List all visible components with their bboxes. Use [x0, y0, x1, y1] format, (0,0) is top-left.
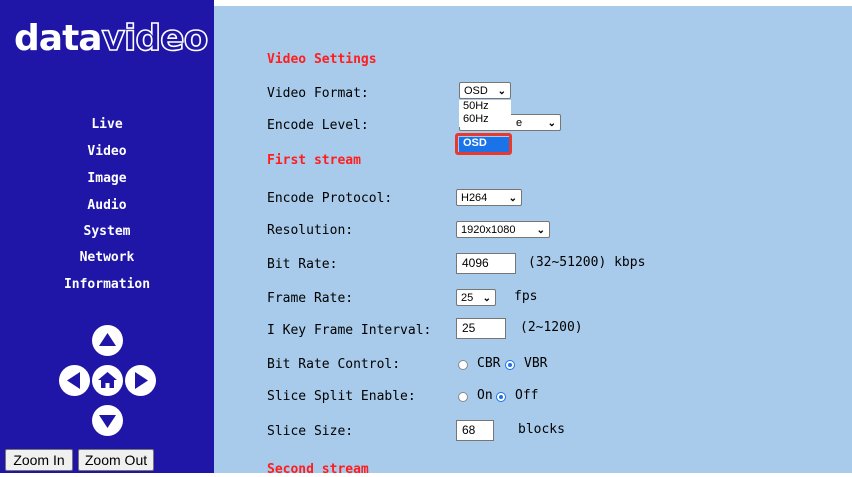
second-stream-title: Second stream: [267, 462, 369, 477]
chevron-down-icon: ⌄: [547, 118, 556, 129]
key-frame-interval-hint: (2~1200): [520, 320, 583, 335]
video-format-label: Video Format:: [267, 86, 369, 101]
bit-rate-hint: (32~51200) kbps: [528, 255, 646, 270]
resolution-select[interactable]: 1920x1080 ⌄: [456, 221, 550, 238]
slice-size-label: Slice Size:: [267, 424, 354, 439]
encode-protocol-value: H264: [461, 192, 488, 204]
slice-split-on-radio[interactable]: [458, 392, 468, 402]
frame-rate-label: Frame Rate:: [267, 291, 354, 306]
key-frame-interval-input[interactable]: 25: [456, 318, 506, 339]
ptz-home-icon[interactable]: [92, 365, 123, 396]
key-frame-interval-label: I Key Frame Interval:: [267, 323, 432, 338]
slice-split-off-radio[interactable]: [496, 392, 506, 402]
sidebar: datavideo Live Video Image Audio System …: [0, 0, 214, 473]
logo-text-data: data: [14, 18, 103, 59]
nav-information[interactable]: Information: [0, 277, 214, 292]
chevron-down-icon: ⌄: [482, 293, 491, 304]
slice-split-label: Slice Split Enable:: [267, 389, 416, 404]
slice-size-input[interactable]: 68: [456, 420, 494, 441]
chevron-down-icon: ⌄: [508, 193, 517, 204]
video-format-option-50hz[interactable]: 50Hz: [459, 100, 511, 113]
bit-rate-label: Bit Rate:: [267, 257, 338, 272]
bit-rate-control-label: Bit Rate Control:: [267, 357, 401, 372]
slice-split-on-label: On: [477, 388, 493, 403]
top-strip: [214, 0, 852, 6]
encode-protocol-select[interactable]: H264 ⌄: [456, 189, 522, 206]
nav-video[interactable]: Video: [0, 144, 214, 159]
vbr-radio-label: VBR: [524, 356, 548, 371]
ptz-down-arrow-icon[interactable]: [92, 405, 123, 436]
vbr-radio[interactable]: [505, 360, 515, 370]
nav-image[interactable]: Image: [0, 171, 214, 186]
zoom-out-button[interactable]: Zoom Out: [78, 449, 154, 471]
nav-system[interactable]: System: [0, 224, 214, 239]
slice-split-off-label: Off: [515, 388, 539, 403]
frame-rate-value: 25: [461, 292, 474, 304]
ptz-right-arrow-icon[interactable]: [125, 365, 156, 396]
logo-text-video: video: [101, 17, 209, 60]
bit-rate-input[interactable]: 4096: [456, 253, 516, 274]
nav-audio[interactable]: Audio: [0, 198, 214, 213]
ptz-left-arrow-icon[interactable]: [59, 365, 90, 396]
nav-live[interactable]: Live: [0, 117, 214, 132]
chevron-down-icon: ⌄: [536, 225, 545, 236]
frame-rate-unit: fps: [514, 289, 538, 304]
resolution-label: Resolution:: [267, 223, 354, 238]
video-format-option-osd[interactable]: OSD: [459, 137, 511, 152]
first-stream-title: First stream: [267, 153, 361, 168]
datavideo-logo: datavideo: [14, 17, 209, 78]
resolution-value: 1920x1080: [461, 224, 516, 236]
cbr-radio-label: CBR: [477, 356, 501, 371]
nav-network[interactable]: Network: [0, 250, 214, 265]
slice-size-unit: blocks: [518, 422, 565, 437]
video-settings-title: Video Settings: [267, 52, 377, 67]
video-format-value: OSD: [464, 85, 488, 97]
encode-level-value: e: [516, 117, 523, 129]
settings-panel: Video Settings Video Format: OSD ⌄ Encod…: [214, 0, 852, 477]
video-format-option-60hz[interactable]: 60Hz: [459, 113, 511, 127]
ptz-up-arrow-icon[interactable]: [92, 325, 123, 356]
encode-level-label: Encode Level:: [267, 118, 369, 133]
cbr-radio[interactable]: [458, 360, 468, 370]
zoom-in-button[interactable]: Zoom In: [5, 449, 73, 471]
video-format-dropdown-list: 50Hz 60Hz OSD: [459, 97, 511, 155]
frame-rate-select[interactable]: 25 ⌄: [456, 289, 496, 306]
encode-protocol-label: Encode Protocol:: [267, 191, 393, 206]
